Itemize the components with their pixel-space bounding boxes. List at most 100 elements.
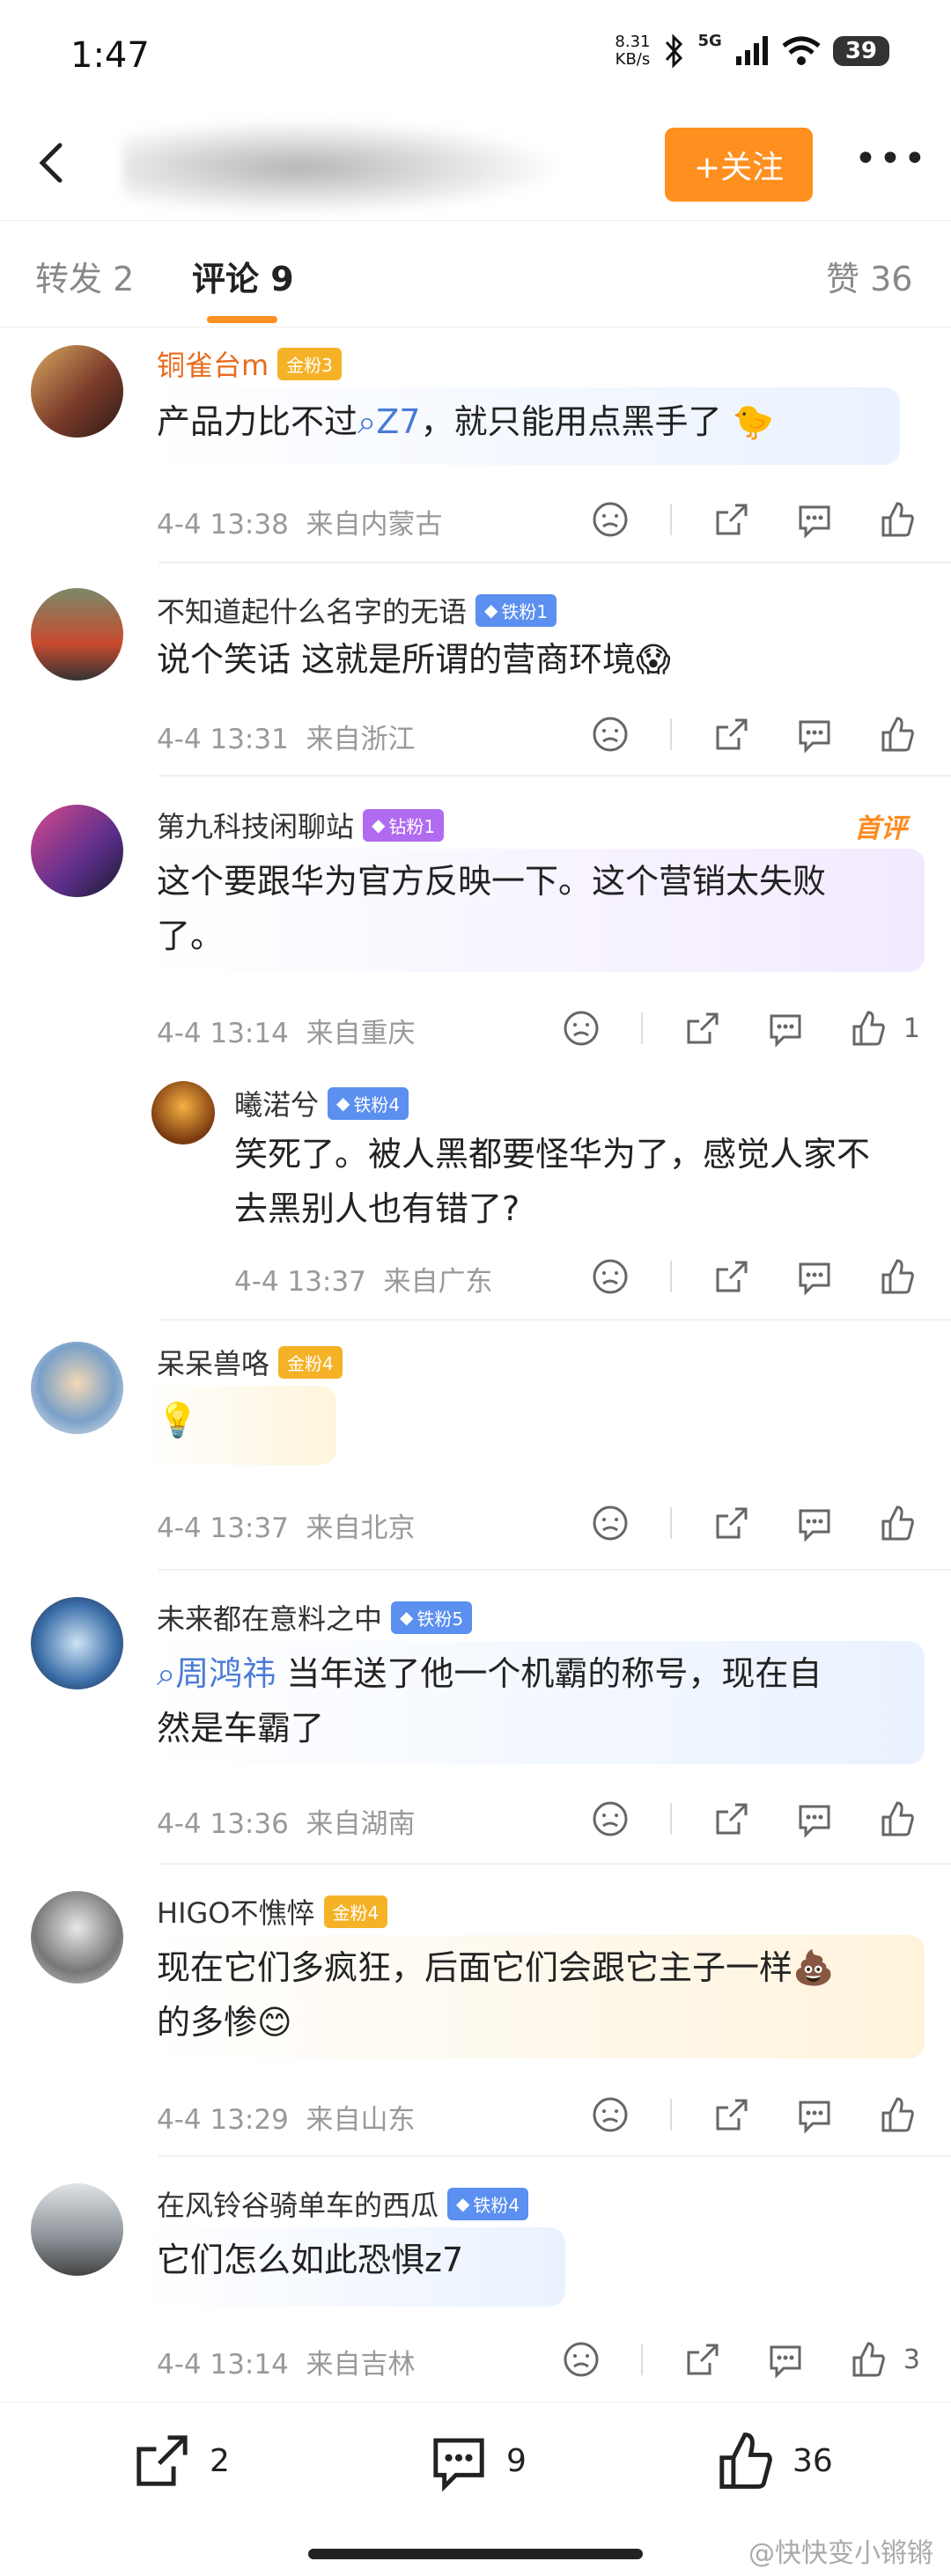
comment-location: 来自湖南 [306,1808,416,1840]
status-bar: 1:47 8.31 KB/s 5G 39 [0,0,951,114]
comment-text: 说个笑话 这就是所谓的营商环境😱 [157,640,671,679]
avatar[interactable] [31,345,123,438]
avatar[interactable] [31,1342,123,1434]
dislike-icon[interactable] [587,497,633,542]
like-icon[interactable] [845,2337,891,2382]
fan-badge: ◆ 铁粉1 [476,593,557,627]
tab-comment[interactable]: 评论 9 [192,252,294,300]
username[interactable]: 铜雀台m [157,343,269,384]
comment-time: 4-4 13:37 [234,1266,366,1298]
reply-icon[interactable] [792,1796,837,1842]
avatar[interactable] [31,588,123,681]
comment-time: 4-4 13:29 [157,2104,289,2136]
share-icon[interactable] [709,2092,755,2138]
dislike-icon[interactable] [587,2092,633,2138]
comment-text: 现在它们多疯狂，后面它们会跟它主子一样💩 的多惨😊 [157,1948,835,2042]
status-time: 1:47 [70,35,150,76]
dislike-icon[interactable] [558,2337,604,2382]
comment-actions [587,2092,920,2138]
fan-badge: 金粉3 [277,347,342,380]
comment-time: 4-4 13:37 [157,1512,289,1544]
reply-text: 笑死了。被人黑都要怪华为了，感觉人家不 去黑别人也有错了? [234,1135,871,1228]
active-tab-indicator [207,316,277,323]
battery-indicator: 39 [832,36,889,66]
fan-badge: 金粉4 [323,1895,388,1928]
username[interactable]: 未来都在意料之中 [157,1597,382,1638]
share-icon[interactable] [709,1254,755,1299]
reply-icon[interactable] [792,497,837,542]
comment-icon [433,2438,484,2492]
signal-icon [735,36,768,65]
share-icon[interactable] [709,1796,755,1842]
like-icon[interactable] [874,497,920,542]
like-icon[interactable] [874,1500,920,1546]
username[interactable]: 第九科技闲聊站 [157,805,354,845]
like-icon[interactable] [874,1254,920,1299]
comment-actions: 1 [558,1005,920,1051]
like-icon[interactable] [874,1796,920,1842]
smile-emoji-icon: 😊 [257,2003,292,2042]
reply-icon[interactable] [763,1005,808,1051]
reply-icon[interactable] [792,1500,837,1546]
like-icon[interactable] [874,711,920,757]
follow-button[interactable]: +关注 [665,128,813,202]
comment-actions [587,711,920,757]
top-nav: +关注 ••• [0,119,951,220]
reply-icon[interactable] [763,2337,808,2382]
avatar[interactable] [31,1597,123,1689]
share-icon[interactable] [709,711,755,757]
share-icon[interactable] [709,497,755,542]
avatar[interactable] [31,805,123,897]
share-icon [136,2435,188,2486]
reply-username[interactable]: 曦渃兮 [234,1083,319,1123]
status-icons: 8.31 KB/s 5G 39 [615,32,889,69]
share-icon[interactable] [680,2337,726,2382]
tab-repost[interactable]: 转发 2 [35,252,134,300]
comment-button[interactable]: 9 [427,2429,527,2492]
like-button[interactable]: 36 [713,2429,833,2492]
comment-location: 来自内蒙古 [306,509,443,541]
comment-location: 来自山东 [306,2104,416,2136]
repost-button[interactable]: 2 [130,2429,230,2492]
emoji-icon: 🐤 [732,402,774,441]
share-icon[interactable] [680,1005,726,1051]
reply-icon[interactable] [792,2092,837,2138]
comment-actions [587,1500,920,1546]
like-icon[interactable] [845,1005,891,1051]
username[interactable]: 在风铃谷骑单车的西瓜 [157,2183,439,2224]
avatar[interactable] [31,2183,123,2276]
more-options-icon[interactable]: ••• [854,136,928,181]
fan-badge: ◆ 钻粉1 [363,808,445,842]
reply-icon[interactable] [792,1254,837,1299]
username[interactable]: HIGO不憔悴 [157,1891,315,1932]
fan-badge: 金粉4 [278,1345,343,1379]
comment-text: 产品力比不过⌕Z7，就只能用点黑手了 🐤 [157,402,774,441]
dislike-icon[interactable] [587,1796,633,1842]
like-icon[interactable] [874,2092,920,2138]
username[interactable]: 呆呆兽咯 [157,1342,269,1382]
avatar[interactable] [31,1891,123,1984]
dislike-icon[interactable] [587,1500,633,1546]
username[interactable]: 不知道起什么名字的无语 [157,590,467,630]
dislike-icon[interactable] [587,1254,633,1299]
reply-avatar[interactable] [151,1081,215,1144]
comment-time: 4-4 13:31 [157,724,289,755]
user-mention[interactable]: ⌕周鸿祎 [157,1654,276,1693]
comment-location: 来自重庆 [306,1018,416,1049]
comment-location: 来自吉林 [306,2349,416,2381]
fan-badge: ◆ 铁粉4 [328,1086,409,1120]
dislike-icon[interactable] [558,1005,604,1051]
reply-icon[interactable] [792,711,837,757]
tab-like[interactable]: 赞 36 [826,252,912,300]
like-count: 1 [903,1012,920,1044]
dislike-icon[interactable] [587,711,633,757]
back-arrow-icon[interactable] [26,136,79,189]
topic-mention[interactable]: ⌕Z7 [358,402,421,441]
home-indicator[interactable] [308,2549,643,2559]
light-bulb-icon: 💡 [157,1401,199,1439]
tab-bar: 转发 2 评论 9 赞 36 [0,220,951,328]
comment-location: 来自浙江 [306,724,416,755]
wifi-icon [782,36,821,65]
comment-actions [587,1796,920,1842]
share-icon[interactable] [709,1500,755,1546]
